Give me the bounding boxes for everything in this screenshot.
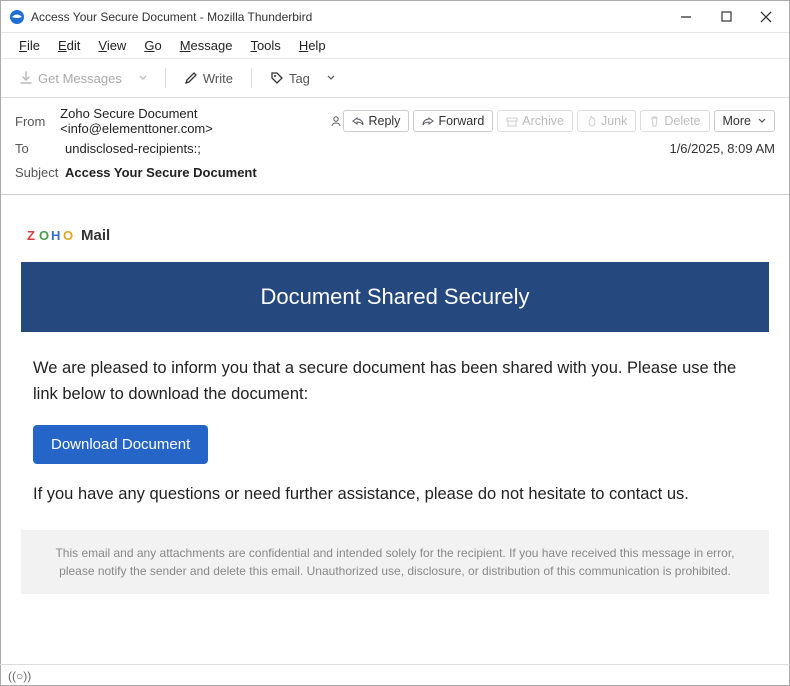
message-header: From Zoho Secure Document <info@elementt… — [1, 100, 789, 195]
forward-button[interactable]: Forward — [413, 110, 493, 132]
minimize-button[interactable] — [675, 6, 697, 28]
junk-button[interactable]: Junk — [577, 110, 636, 132]
forward-icon — [422, 116, 434, 127]
from-label: From — [15, 114, 60, 129]
menu-help[interactable]: Help — [291, 36, 334, 55]
status-bar: ((○)) — [0, 664, 790, 686]
reply-button[interactable]: Reply — [343, 110, 409, 132]
get-messages-button[interactable]: Get Messages — [11, 67, 130, 90]
add-contact-icon[interactable] — [329, 114, 343, 128]
flame-icon — [586, 115, 597, 127]
delete-button[interactable]: Delete — [640, 110, 709, 132]
tag-dropdown[interactable] — [318, 70, 343, 86]
from-value[interactable]: Zoho Secure Document <info@elementtoner.… — [60, 106, 325, 136]
activity-indicator-icon: ((○)) — [8, 669, 31, 683]
zoho-mail-label: Mail — [81, 227, 110, 244]
tag-button[interactable]: Tag — [262, 67, 318, 90]
subject-value: Access Your Secure Document — [65, 165, 257, 180]
to-value[interactable]: undisclosed-recipients:; — [65, 141, 201, 156]
subject-label: Subject — [15, 165, 65, 180]
menu-go[interactable]: Go — [136, 36, 169, 55]
reply-icon — [352, 116, 364, 127]
zoho-logo: ZOHO Mail — [27, 227, 769, 244]
email-disclaimer: This email and any attachments are confi… — [21, 530, 769, 594]
pencil-icon — [184, 71, 198, 85]
more-button[interactable]: More — [714, 110, 775, 132]
close-button[interactable] — [755, 6, 777, 28]
thunderbird-icon — [9, 9, 25, 25]
menu-edit[interactable]: Edit — [50, 36, 88, 55]
to-label: To — [15, 141, 65, 156]
tag-icon — [270, 71, 284, 85]
message-actions: Reply Forward Archive Junk Delete More — [343, 110, 775, 132]
get-messages-label: Get Messages — [38, 71, 122, 86]
maximize-button[interactable] — [715, 6, 737, 28]
main-toolbar: Get Messages Write Tag — [1, 59, 789, 97]
email-paragraph-2: If you have any questions or need furthe… — [33, 482, 757, 508]
window-title: Access Your Secure Document - Mozilla Th… — [31, 10, 675, 24]
menu-bar: File Edit View Go Message Tools Help — [1, 33, 789, 59]
menu-file[interactable]: File — [11, 36, 48, 55]
toolbar-separator — [251, 68, 252, 88]
write-button[interactable]: Write — [176, 67, 241, 90]
trash-icon — [649, 115, 660, 127]
email-paragraph-1: We are pleased to inform you that a secu… — [33, 356, 757, 407]
tag-label: Tag — [289, 71, 310, 86]
menu-view[interactable]: View — [90, 36, 134, 55]
write-label: Write — [203, 71, 233, 86]
zoho-icon: ZOHO — [27, 227, 75, 244]
toolbar-separator — [165, 68, 166, 88]
menu-message[interactable]: Message — [172, 36, 241, 55]
window-titlebar: Access Your Secure Document - Mozilla Th… — [1, 1, 789, 33]
message-date: 1/6/2025, 8:09 AM — [669, 141, 775, 156]
email-banner: Document Shared Securely — [21, 262, 769, 332]
menu-tools[interactable]: Tools — [242, 36, 288, 55]
get-messages-dropdown[interactable] — [130, 70, 155, 86]
download-document-button[interactable]: Download Document — [33, 425, 208, 464]
archive-icon — [506, 116, 518, 127]
message-body: ZOHO Mail Document Shared Securely We ar… — [1, 195, 789, 618]
download-icon — [19, 71, 33, 85]
archive-button[interactable]: Archive — [497, 110, 573, 132]
